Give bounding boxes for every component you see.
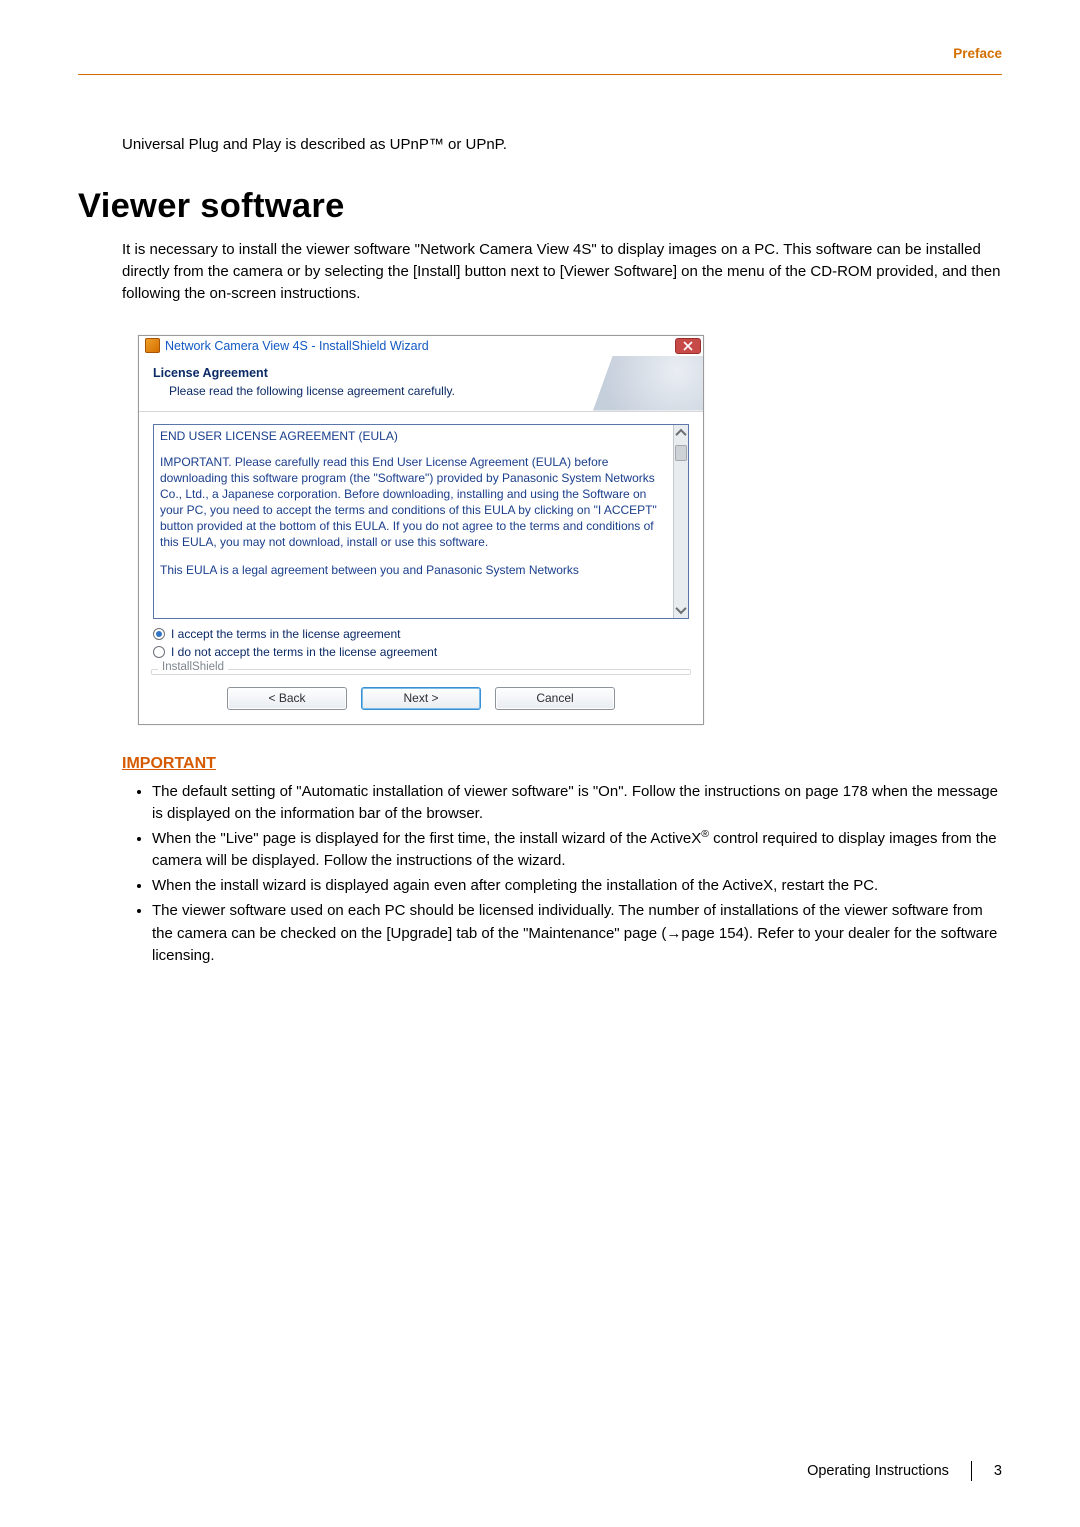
back-button[interactable]: < Back bbox=[227, 687, 347, 710]
bullet-2: When the "Live" page is displayed for th… bbox=[152, 828, 1002, 872]
dialog-titlebar: Network Camera View 4S - InstallShield W… bbox=[139, 336, 703, 356]
dialog-window-title: Network Camera View 4S - InstallShield W… bbox=[165, 339, 429, 353]
page-footer: Operating Instructions 3 bbox=[807, 1461, 1002, 1481]
eula-paragraph-1: IMPORTANT. Please carefully read this En… bbox=[160, 454, 668, 550]
header-divider bbox=[78, 74, 1002, 75]
intro-text: Universal Plug and Play is described as … bbox=[122, 134, 1002, 155]
eula-heading: END USER LICENSE AGREEMENT (EULA) bbox=[160, 428, 668, 444]
bullet-2-a: When the "Live" page is displayed for th… bbox=[152, 830, 701, 847]
scroll-down-icon[interactable] bbox=[675, 602, 686, 613]
eula-scrollbar[interactable] bbox=[673, 425, 688, 618]
section-heading: Viewer software bbox=[78, 187, 1002, 226]
registered-symbol: ® bbox=[701, 828, 709, 840]
section-lead: It is necessary to install the viewer so… bbox=[122, 239, 1002, 304]
scroll-thumb[interactable] bbox=[675, 445, 687, 461]
close-icon bbox=[683, 341, 693, 351]
radio-reject-label: I do not accept the terms in the license… bbox=[171, 645, 437, 659]
dialog-header-art bbox=[593, 356, 703, 411]
footer-divider bbox=[971, 1461, 972, 1481]
important-list: The default setting of "Automatic instal… bbox=[152, 781, 1002, 968]
footer-page-number: 3 bbox=[994, 1463, 1002, 1479]
bullet-4: The viewer software used on each PC shou… bbox=[152, 900, 1002, 967]
radio-accept-row[interactable]: I accept the terms in the license agreem… bbox=[139, 625, 703, 643]
installshield-legend: InstallShield bbox=[158, 661, 228, 673]
radio-reject-row[interactable]: I do not accept the terms in the license… bbox=[139, 643, 703, 661]
scroll-up-icon[interactable] bbox=[675, 428, 686, 439]
radio-accept-label: I accept the terms in the license agreem… bbox=[171, 627, 400, 641]
bullet-3: When the install wizard is displayed aga… bbox=[152, 875, 1002, 897]
eula-textbox[interactable]: END USER LICENSE AGREEMENT (EULA) IMPORT… bbox=[153, 424, 689, 619]
bullet-1: The default setting of "Automatic instal… bbox=[152, 781, 1002, 825]
install-wizard-dialog: Network Camera View 4S - InstallShield W… bbox=[138, 335, 704, 725]
arrow-right-icon: → bbox=[666, 925, 681, 942]
important-label: IMPORTANT bbox=[122, 755, 1002, 773]
radio-accept[interactable] bbox=[153, 628, 165, 640]
header-preface: Preface bbox=[953, 46, 1002, 61]
cancel-button[interactable]: Cancel bbox=[495, 687, 615, 710]
close-button[interactable] bbox=[675, 338, 701, 354]
radio-reject[interactable] bbox=[153, 646, 165, 658]
footer-label: Operating Instructions bbox=[807, 1463, 949, 1479]
next-button[interactable]: Next > bbox=[361, 687, 481, 710]
installshield-fieldset: InstallShield bbox=[151, 669, 691, 675]
eula-paragraph-2: This EULA is a legal agreement between y… bbox=[160, 562, 668, 578]
dialog-header: License Agreement Please read the follow… bbox=[139, 356, 703, 412]
wizard-icon bbox=[145, 338, 160, 353]
